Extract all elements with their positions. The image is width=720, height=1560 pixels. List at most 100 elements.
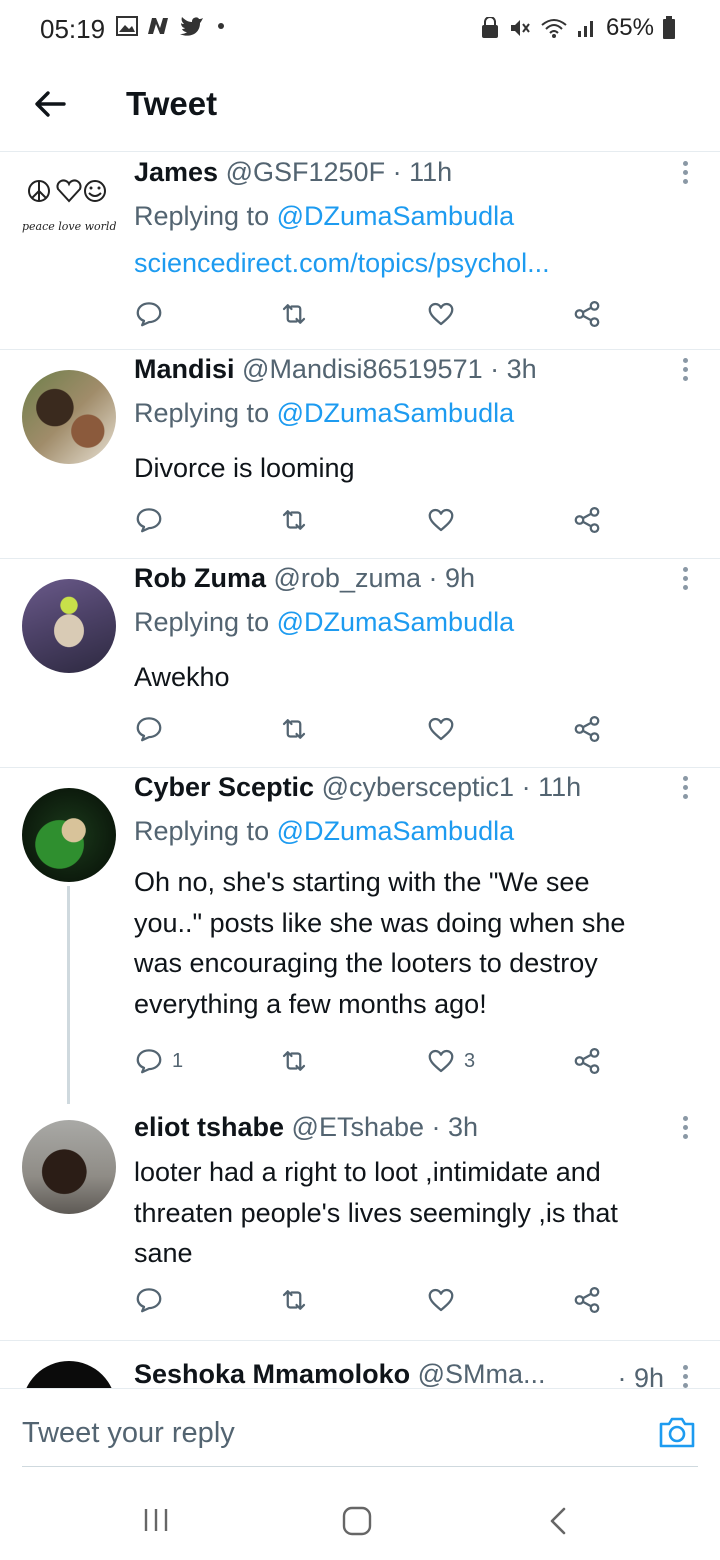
signal-icon (577, 21, 593, 37)
reply-input[interactable]: Tweet your reply (22, 1389, 698, 1467)
replying-to-handle[interactable]: @DZumaSambudla (277, 816, 515, 846)
replying-to-handle[interactable]: @DZumaSambudla (277, 398, 515, 428)
tweet-james[interactable]: peace love world James @GSF1250F · 11h R… (0, 153, 720, 350)
like-button[interactable] (426, 714, 464, 744)
reply-button[interactable] (134, 505, 172, 535)
like-count: 3 (464, 1049, 476, 1072)
author-handle[interactable]: @ETshabe (292, 1112, 424, 1142)
more-options-icon[interactable] (680, 1116, 690, 1146)
retweet-button[interactable] (279, 714, 309, 744)
tweet-actions: 1 3 (134, 1046, 614, 1086)
reply-button[interactable] (134, 299, 172, 329)
avatar[interactable] (22, 1361, 116, 1388)
author-handle[interactable]: @cybersceptic1 (322, 772, 514, 802)
more-options-icon[interactable] (680, 358, 690, 388)
like-button[interactable] (426, 1285, 464, 1315)
retweet-button[interactable] (279, 299, 309, 329)
reply-icon (136, 1288, 162, 1313)
top-app-bar: Tweet (0, 60, 720, 152)
share-button[interactable] (572, 1046, 602, 1076)
thread-connector (67, 886, 70, 1104)
tweet-time: · 3h (490, 354, 537, 384)
author-name[interactable]: Mandisi (134, 354, 235, 384)
like-button[interactable] (426, 505, 464, 535)
tweet-body: sciencedirect.com/topics/psychol... (134, 243, 704, 284)
retweet-icon (282, 1290, 306, 1310)
author-handle[interactable]: @GSF1250F (226, 157, 385, 187)
recent-apps-icon[interactable] (142, 1506, 170, 1534)
battery-percent: 65% (605, 14, 654, 41)
more-options-icon[interactable] (680, 776, 690, 806)
heart-icon (428, 1288, 454, 1312)
replying-to: Replying to @DZumaSambudla (134, 816, 515, 846)
share-button[interactable] (572, 1285, 602, 1315)
retweet-button[interactable] (279, 1285, 309, 1315)
reply-button[interactable] (134, 714, 172, 744)
battery-icon (663, 16, 675, 39)
more-options-icon[interactable] (680, 1365, 690, 1388)
back-nav-icon[interactable] (546, 1506, 570, 1536)
page-title: Tweet (126, 85, 218, 122)
heart-icon (428, 302, 454, 326)
tweet-time: · 9h (617, 1363, 664, 1388)
dot-icon (218, 23, 224, 29)
retweet-icon (282, 510, 306, 530)
retweet-button[interactable] (279, 505, 309, 535)
system-nav-bar (0, 1470, 720, 1560)
tweet-body: Awekho (134, 662, 230, 692)
share-button[interactable] (572, 505, 602, 535)
replying-to-handle[interactable]: @DZumaSambudla (277, 607, 515, 637)
tweet-actions (134, 714, 614, 754)
more-options-icon[interactable] (680, 161, 690, 191)
retweet-button[interactable] (279, 1046, 309, 1076)
avatar[interactable] (22, 788, 116, 882)
author-handle[interactable]: @SMma... (418, 1359, 546, 1388)
reply-button[interactable]: 1 (134, 1046, 183, 1076)
reply-feed[interactable]: peace love world James @GSF1250F · 11h R… (0, 153, 720, 1388)
back-arrow-icon[interactable] (30, 84, 70, 124)
heart-icon (428, 717, 454, 741)
tweet-seshoka[interactable]: Seshoka Mmamoloko @SMma... · 9h (0, 1341, 720, 1388)
like-button[interactable]: 3 (426, 1046, 475, 1076)
heart-icon (428, 508, 454, 532)
camera-icon[interactable] (658, 1415, 696, 1449)
share-icon (574, 1287, 600, 1313)
retweet-icon (282, 1051, 306, 1071)
tweet-eliot-tshabe[interactable]: eliot tshabe @ETshabe · 3h looter had a … (0, 1108, 720, 1341)
tweet-time: · 9h (428, 563, 476, 593)
peace-love-smile-icon (28, 179, 106, 203)
replying-to-handle[interactable]: @DZumaSambudla (277, 201, 515, 231)
like-button[interactable] (426, 299, 464, 329)
avatar[interactable] (22, 579, 116, 673)
share-button[interactable] (572, 714, 602, 744)
author-handle[interactable]: @rob_zuma (274, 563, 421, 593)
reply-button[interactable] (134, 1285, 172, 1315)
author-name[interactable]: eliot tshabe (134, 1112, 284, 1142)
share-icon (574, 716, 600, 742)
share-icon (574, 301, 600, 327)
more-options-icon[interactable] (680, 567, 690, 597)
status-bar: 05:19 65% (0, 0, 720, 60)
reply-icon (136, 508, 162, 533)
avatar[interactable] (22, 370, 116, 464)
tweet-actions (134, 299, 614, 339)
share-button[interactable] (572, 299, 602, 329)
author-handle[interactable]: @Mandisi86519571 (242, 354, 483, 384)
tweet-mandisi[interactable]: Mandisi @Mandisi86519571 · 3h Replying t… (0, 350, 720, 559)
tweet-actions (134, 505, 614, 545)
author-name[interactable]: Cyber Sceptic (134, 772, 314, 802)
author-name[interactable]: James (134, 157, 218, 187)
reply-composer: Tweet your reply (0, 1388, 720, 1468)
reply-icon (136, 302, 162, 327)
author-name[interactable]: Seshoka Mmamoloko (134, 1359, 410, 1388)
author-name[interactable]: Rob Zuma (134, 563, 266, 593)
mute-icon (510, 20, 530, 36)
tweet-link[interactable]: sciencedirect.com/topics/psychol... (134, 248, 550, 278)
home-icon[interactable] (341, 1506, 373, 1536)
tweet-cyber-sceptic[interactable]: Cyber Sceptic @cybersceptic1 · 11h Reply… (0, 768, 720, 1104)
n-app-icon (148, 18, 168, 34)
avatar[interactable]: peace love world (22, 173, 116, 243)
avatar[interactable] (22, 1120, 116, 1214)
tweet-body: Divorce is looming (134, 453, 355, 483)
tweet-rob-zuma[interactable]: Rob Zuma @rob_zuma · 9h Replying to @DZu… (0, 559, 720, 768)
